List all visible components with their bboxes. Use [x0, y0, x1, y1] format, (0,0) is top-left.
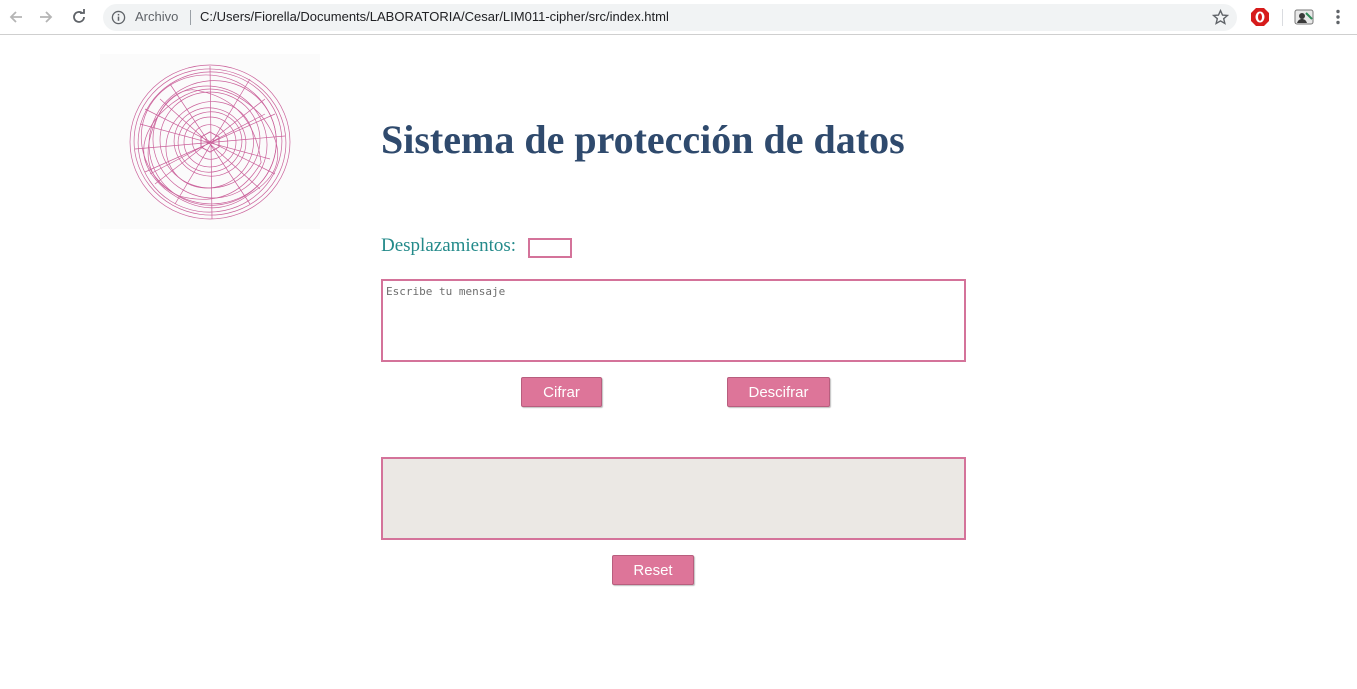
toolbar-divider: [1282, 9, 1283, 26]
info-icon[interactable]: [111, 10, 126, 25]
page-title: Sistema de protección de datos: [381, 117, 905, 162]
shift-label: Desplazamientos:: [381, 235, 517, 256]
decrypt-button[interactable]: Descifrar: [727, 377, 830, 407]
result-output[interactable]: [381, 457, 966, 540]
reset-button[interactable]: Reset: [612, 555, 694, 585]
omnibox-separator: [190, 10, 191, 25]
shift-input[interactable]: [528, 238, 572, 258]
encrypt-button[interactable]: Cifrar: [521, 377, 602, 407]
message-input[interactable]: [381, 279, 966, 362]
more-menu-icon[interactable]: [1328, 7, 1348, 27]
forward-arrow-icon[interactable]: [36, 7, 56, 27]
browser-toolbar: Archivo C:/Users/Fiorella/Documents/LABO…: [0, 0, 1357, 35]
reload-icon[interactable]: [69, 7, 89, 27]
scheme-label: Archivo: [135, 9, 179, 24]
logo-image: [100, 54, 320, 229]
back-arrow-icon[interactable]: [6, 7, 26, 27]
address-bar[interactable]: Archivo C:/Users/Fiorella/Documents/LABO…: [103, 4, 1237, 31]
star-icon[interactable]: [1212, 9, 1229, 26]
url-text[interactable]: C:/Users/Fiorella/Documents/LABORATORIA/…: [200, 9, 669, 24]
profile-extension-icon[interactable]: [1294, 7, 1314, 27]
opera-extension-icon[interactable]: [1250, 7, 1270, 27]
